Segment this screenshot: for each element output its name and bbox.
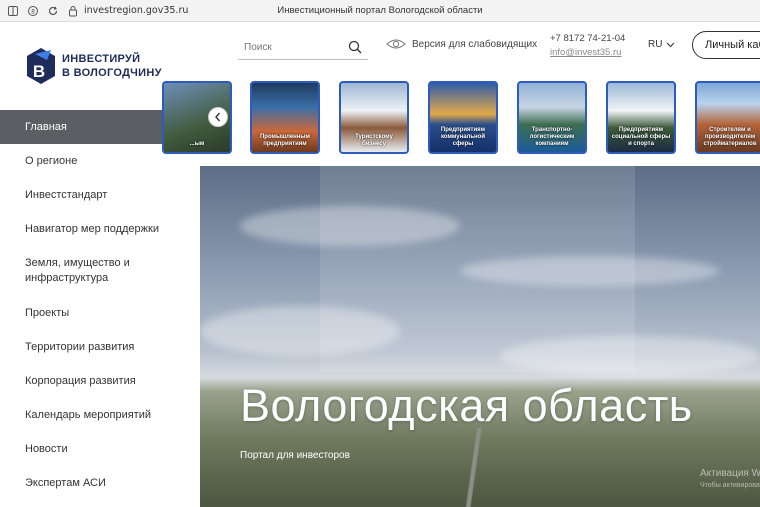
personal-cabinet-button[interactable]: Личный кабинет bbox=[692, 31, 760, 59]
windows-activation-watermark: Активация Windows Чтобы активировать Win… bbox=[700, 468, 760, 492]
category-card[interactable]: Предприятиям социальной сферы и спорта bbox=[606, 81, 676, 154]
language-selector[interactable]: RU bbox=[648, 39, 675, 50]
tab-title: Инвестиционный портал Вологодской област… bbox=[277, 5, 483, 16]
category-card[interactable]: Строителям и производителям стройматериа… bbox=[695, 81, 760, 154]
lock-icon bbox=[66, 4, 80, 18]
search-input[interactable] bbox=[238, 42, 338, 53]
chevron-down-icon bbox=[667, 42, 675, 47]
category-card-label: Предприятиям социальной сферы и спорта bbox=[611, 127, 671, 147]
category-carousel: ...ым Промышленным предприятиям Туристск… bbox=[162, 80, 760, 156]
category-card-label: Транспортно-логистическим компаниям bbox=[529, 127, 575, 147]
category-card[interactable]: Промышленным предприятиям bbox=[250, 81, 320, 154]
search-icon[interactable] bbox=[348, 40, 362, 54]
sidebar-item-news[interactable]: Новости bbox=[0, 432, 200, 466]
email-link[interactable]: info@invest35.ru bbox=[550, 46, 625, 60]
reload-icon[interactable] bbox=[46, 4, 60, 18]
eye-icon bbox=[386, 39, 406, 49]
sidebar-item-invest-standard[interactable]: Инвестстандарт bbox=[0, 178, 200, 212]
sidebar-item-events-calendar[interactable]: Календарь мероприятий bbox=[0, 398, 200, 432]
category-card-label: Строителям и производителям стройматериа… bbox=[703, 127, 757, 147]
language-label: RU bbox=[648, 39, 663, 50]
logo-line-2: В ВОЛОГОДЧИНУ bbox=[62, 67, 162, 79]
watermark-line-1: Активация Windows bbox=[700, 468, 760, 479]
category-card-label: ...ым bbox=[189, 141, 205, 147]
address-bar[interactable]: investregion.gov35.ru bbox=[84, 5, 188, 16]
sidebar-item-land-property[interactable]: Земля, имущество и инфраструктура bbox=[0, 246, 200, 296]
sidebar-menu: Главная О регионе Инвестстандарт Навигат… bbox=[0, 110, 200, 500]
accessible-version-link[interactable]: Версия для слабовидящих bbox=[386, 38, 537, 50]
sidebar-item-asi-experts[interactable]: Экспертам АСИ bbox=[0, 466, 200, 500]
accessible-version-label: Версия для слабовидящих bbox=[412, 38, 538, 50]
sidebar-item-support-navigator[interactable]: Навигатор мер поддержки bbox=[0, 212, 200, 246]
logo-line-1: ИНВЕСТИРУЙ bbox=[62, 53, 141, 65]
svg-text:8: 8 bbox=[31, 8, 35, 15]
protection-icon[interactable]: 8 bbox=[26, 4, 40, 18]
logo-mark-icon: B bbox=[27, 48, 55, 84]
hero-subtitle: Портал для инвесторов bbox=[240, 450, 350, 461]
chevron-left-icon bbox=[215, 112, 221, 122]
category-card[interactable]: Предприятиям коммунальной сферы bbox=[428, 81, 498, 154]
category-card[interactable]: Туристскому бизнесу bbox=[339, 81, 409, 154]
page-root: 8 investregion.gov35.ru Инвестиционный п… bbox=[0, 0, 760, 507]
category-card[interactable]: Транспортно-логистическим компаниям bbox=[517, 81, 587, 154]
category-card-label: Промышленным предприятиям bbox=[259, 134, 310, 147]
sidebar-item-development-corporation[interactable]: Корпорация развития bbox=[0, 364, 200, 398]
category-card-label: Туристскому бизнесу bbox=[355, 134, 393, 147]
hero-banner: Вологодская область Портал для инвесторо… bbox=[200, 166, 760, 507]
hero-overlay-panel bbox=[320, 166, 635, 372]
sidebar-item-projects[interactable]: Проекты bbox=[0, 296, 200, 330]
svg-text:B: B bbox=[33, 62, 45, 81]
search-box bbox=[238, 36, 368, 60]
phone-number[interactable]: +7 8172 74-21-04 bbox=[550, 32, 625, 46]
browser-toolbar: 8 investregion.gov35.ru Инвестиционный п… bbox=[0, 0, 760, 22]
hero-title: Вологодская область bbox=[240, 380, 693, 431]
reader-icon[interactable] bbox=[6, 4, 20, 18]
contacts: +7 8172 74-21-04 info@invest35.ru bbox=[550, 32, 625, 60]
personal-cabinet-label: Личный кабинет bbox=[705, 39, 760, 51]
category-card-label: Предприятиям коммунальной сферы bbox=[440, 127, 486, 147]
watermark-line-2: Чтобы активировать Windows, перейдите в … bbox=[700, 482, 760, 489]
sidebar-item-development-territories[interactable]: Территории развития bbox=[0, 330, 200, 364]
carousel-prev-button[interactable] bbox=[208, 107, 228, 127]
header: Версия для слабовидящих +7 8172 74-21-04… bbox=[200, 22, 760, 80]
